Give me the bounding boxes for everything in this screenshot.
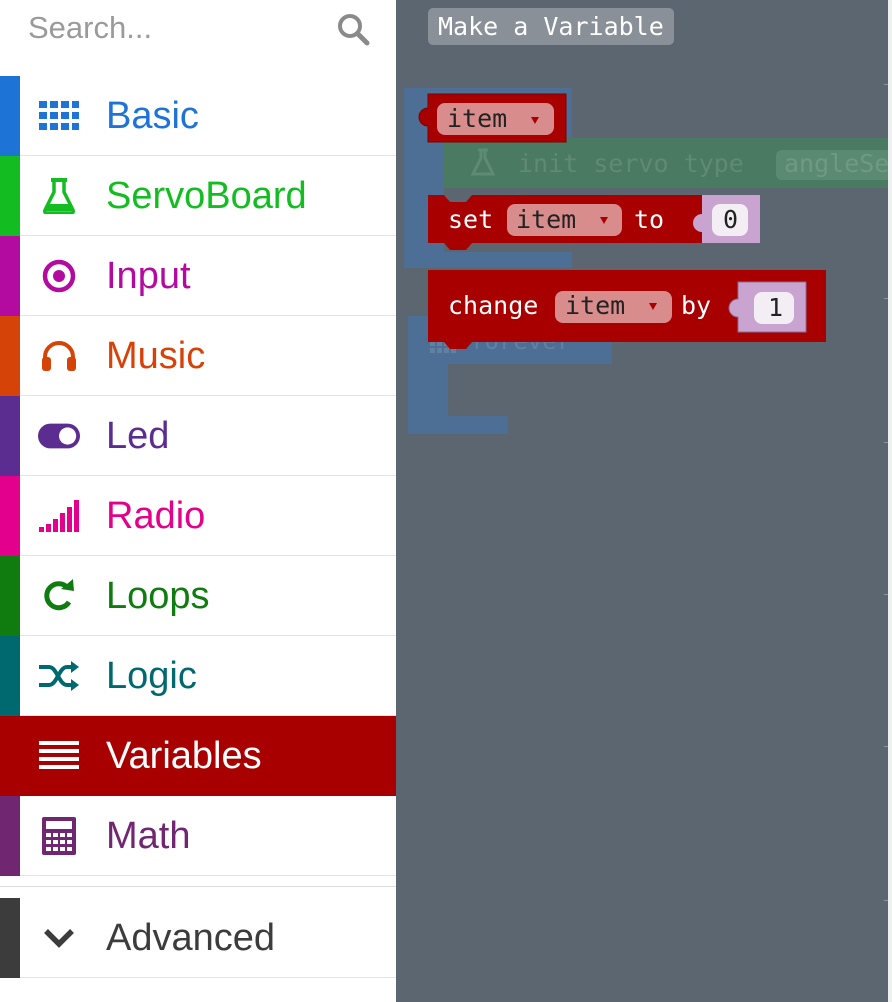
- init-servo-label: init servo type: [518, 149, 744, 178]
- category-music[interactable]: Music: [0, 316, 396, 396]
- category-loops[interactable]: Loops: [0, 556, 396, 636]
- category-label: Advanced: [106, 917, 276, 959]
- divider: [20, 875, 396, 876]
- category-label: Music: [106, 335, 206, 377]
- category-color-stripe: [0, 76, 20, 156]
- flask-icon: [38, 177, 80, 215]
- by-keyword: by: [681, 291, 711, 320]
- set-variable-block[interactable]: set item to 0: [428, 195, 760, 250]
- variable-name: item: [565, 291, 625, 320]
- category-advanced[interactable]: Advanced: [0, 898, 396, 978]
- category-color-stripe: [0, 316, 20, 396]
- grid-tick: [884, 84, 888, 85]
- category-logic[interactable]: Logic: [0, 636, 396, 716]
- category-color-stripe: [0, 396, 20, 476]
- category-label: Input: [106, 255, 191, 297]
- set-keyword: set: [448, 205, 493, 234]
- category-label: Led: [106, 415, 170, 457]
- search-icon[interactable]: [336, 12, 370, 46]
- category-label: Basic: [106, 95, 199, 137]
- grid-tick: [884, 900, 888, 901]
- category-basic[interactable]: Basic: [0, 76, 396, 156]
- change-keyword: change: [448, 291, 538, 320]
- category-color-stripe: [0, 156, 20, 236]
- category-label: Radio: [106, 495, 206, 537]
- category-variables[interactable]: Variables: [0, 716, 396, 796]
- shuffle-icon: [38, 657, 80, 695]
- grid-tick: [884, 594, 888, 595]
- search-input[interactable]: [28, 8, 318, 48]
- refresh-icon: [38, 577, 80, 615]
- category-label: Math: [106, 815, 191, 857]
- chevron-down-icon: [38, 919, 80, 957]
- headphones-icon: [38, 337, 80, 375]
- variable-name: item: [447, 104, 507, 133]
- signal-bars-icon: [38, 497, 80, 535]
- category-color-stripe: [0, 236, 20, 316]
- category-color-stripe: [0, 898, 20, 978]
- category-label: Variables: [106, 735, 262, 777]
- grid-icon: [38, 97, 80, 135]
- variable-name: item: [516, 205, 576, 234]
- divider: [20, 977, 396, 978]
- set-value: 0: [723, 205, 738, 234]
- workspace-scrollbar[interactable]: [888, 0, 892, 1002]
- category-label: ServoBoard: [106, 175, 307, 217]
- category-color-stripe: [0, 556, 20, 636]
- grid-tick: [884, 298, 888, 299]
- category-radio[interactable]: Radio: [0, 476, 396, 556]
- item-variable-block[interactable]: item: [418, 93, 567, 143]
- category-color-stripe: [0, 796, 20, 876]
- category-input[interactable]: Input: [0, 236, 396, 316]
- category-servoboard[interactable]: ServoBoard: [0, 156, 396, 236]
- category-led[interactable]: Led: [0, 396, 396, 476]
- workspace-canvas: forever init servo type angleSe item set…: [404, 88, 892, 434]
- to-keyword: to: [634, 205, 664, 234]
- category-color-stripe: [0, 476, 20, 556]
- target-icon: [38, 257, 80, 295]
- advanced-divider: [0, 886, 396, 887]
- calculator-icon: [38, 817, 80, 855]
- category-math[interactable]: Math: [0, 796, 396, 876]
- toolbox: Basic ServoBoard Input: [0, 0, 396, 1002]
- background-init-servo-block[interactable]: init servo type angleSe: [444, 138, 892, 188]
- change-value: 1: [768, 293, 783, 322]
- change-variable-block[interactable]: change item by 1: [428, 270, 826, 349]
- blocks-workspace[interactable]: Make a Variable forever init servo type …: [396, 0, 892, 1002]
- list-lines-icon: [38, 737, 80, 775]
- category-label: Logic: [106, 655, 197, 697]
- toggle-icon: [38, 417, 80, 455]
- category-label: Loops: [106, 575, 210, 617]
- servo-type-param: angleSe: [784, 149, 889, 178]
- search-box: [0, 0, 396, 56]
- category-color-stripe: [0, 636, 20, 716]
- grid-tick: [884, 442, 888, 443]
- grid-tick: [884, 746, 888, 747]
